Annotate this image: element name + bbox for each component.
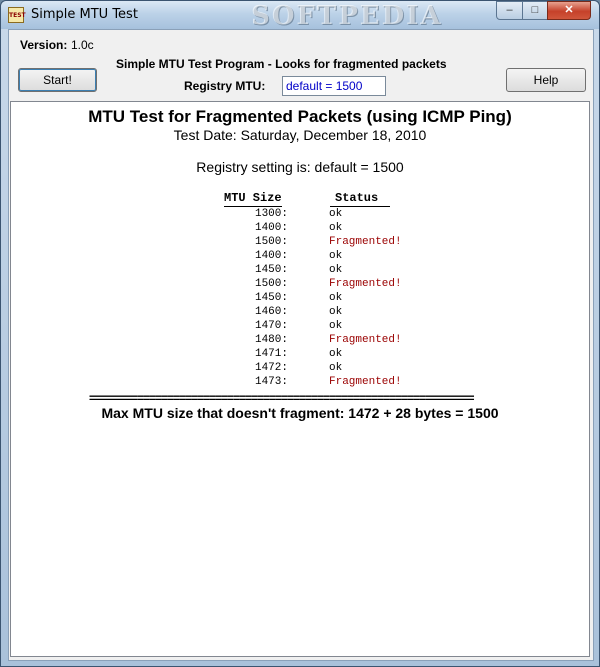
result-row: 1450: ok [11,292,589,306]
result-row: 1480: Fragmented! [11,334,589,348]
results-title: MTU Test for Fragmented Packets (using I… [88,107,512,126]
result-mtu-size: 1500: [254,236,288,248]
result-status: ok [329,306,343,318]
separator-line: ========================================… [89,391,475,405]
result-status: ok [329,222,343,234]
result-mtu-size: 1470: [254,320,288,332]
result-row: 1500: Fragmented! [11,278,589,292]
result-mtu-size: 1500: [254,278,288,290]
result-row: 1400: ok [11,250,589,264]
result-row: 1300: ok [11,208,589,222]
result-mtu-size: 1300: [254,208,288,220]
registry-setting-line: Registry setting is: default = 1500 [196,159,404,175]
result-status: Fragmented! [329,376,402,388]
result-status: ok [329,348,343,360]
column-header-mtu-size: MTU Size [224,191,282,207]
result-mtu-size: 1473: [254,376,288,388]
result-row: 1500: Fragmented! [11,236,589,250]
result-mtu-size: 1460: [254,306,288,318]
result-status: ok [329,264,343,276]
registry-mtu-label: Registry MTU: [184,79,266,93]
watermark: SOFTPEDIA [251,1,443,31]
result-status: Fragmented! [329,334,402,346]
result-status: Fragmented! [329,278,402,290]
close-button[interactable]: ✕ [547,1,591,20]
title-bar[interactable]: TEST Simple MTU Test SOFTPEDIA – □ ✕ [1,1,599,31]
result-row: 1400: ok [11,222,589,236]
start-button[interactable]: Start! [18,68,97,92]
result-mtu-size: 1471: [254,348,288,360]
program-heading: Simple MTU Test Program - Looks for frag… [116,57,447,71]
main-window: TEST Simple MTU Test SOFTPEDIA – □ ✕ Ver… [0,0,600,667]
summary-line: Max MTU size that doesn't fragment: 1472… [101,405,499,421]
result-status: ok [329,208,343,220]
results-panel[interactable]: MTU Test for Fragmented Packets (using I… [10,101,590,657]
result-mtu-size: 1450: [254,292,288,304]
client-area: Version: 1.0c Simple MTU Test Program - … [8,29,594,661]
help-button[interactable]: Help [506,68,586,92]
result-row: 1472: ok [11,362,589,376]
result-row: 1450: ok [11,264,589,278]
version-value: 1.0c [71,38,94,52]
result-row: 1471: ok [11,348,589,362]
window-title: Simple MTU Test [31,7,138,22]
result-status: ok [329,362,343,374]
result-mtu-size: 1400: [254,250,288,262]
result-mtu-size: 1480: [254,334,288,346]
result-mtu-size: 1450: [254,264,288,276]
result-status: Fragmented! [329,236,402,248]
maximize-button[interactable]: □ [522,1,548,20]
result-row: 1473: Fragmented! [11,376,589,390]
test-date: Test Date: Saturday, December 18, 2010 [173,127,427,143]
result-row: 1460: ok [11,306,589,320]
result-status: ok [329,250,343,262]
result-mtu-size: 1400: [254,222,288,234]
app-icon: TEST [8,7,26,23]
column-header-status: Status [330,191,390,207]
version-label: Version: [20,38,68,52]
result-row: 1470: ok [11,320,589,334]
result-status: ok [329,292,343,304]
minimize-button[interactable]: – [496,1,523,20]
registry-mtu-field[interactable] [282,76,386,96]
result-mtu-size: 1472: [254,362,288,374]
result-status: ok [329,320,343,332]
